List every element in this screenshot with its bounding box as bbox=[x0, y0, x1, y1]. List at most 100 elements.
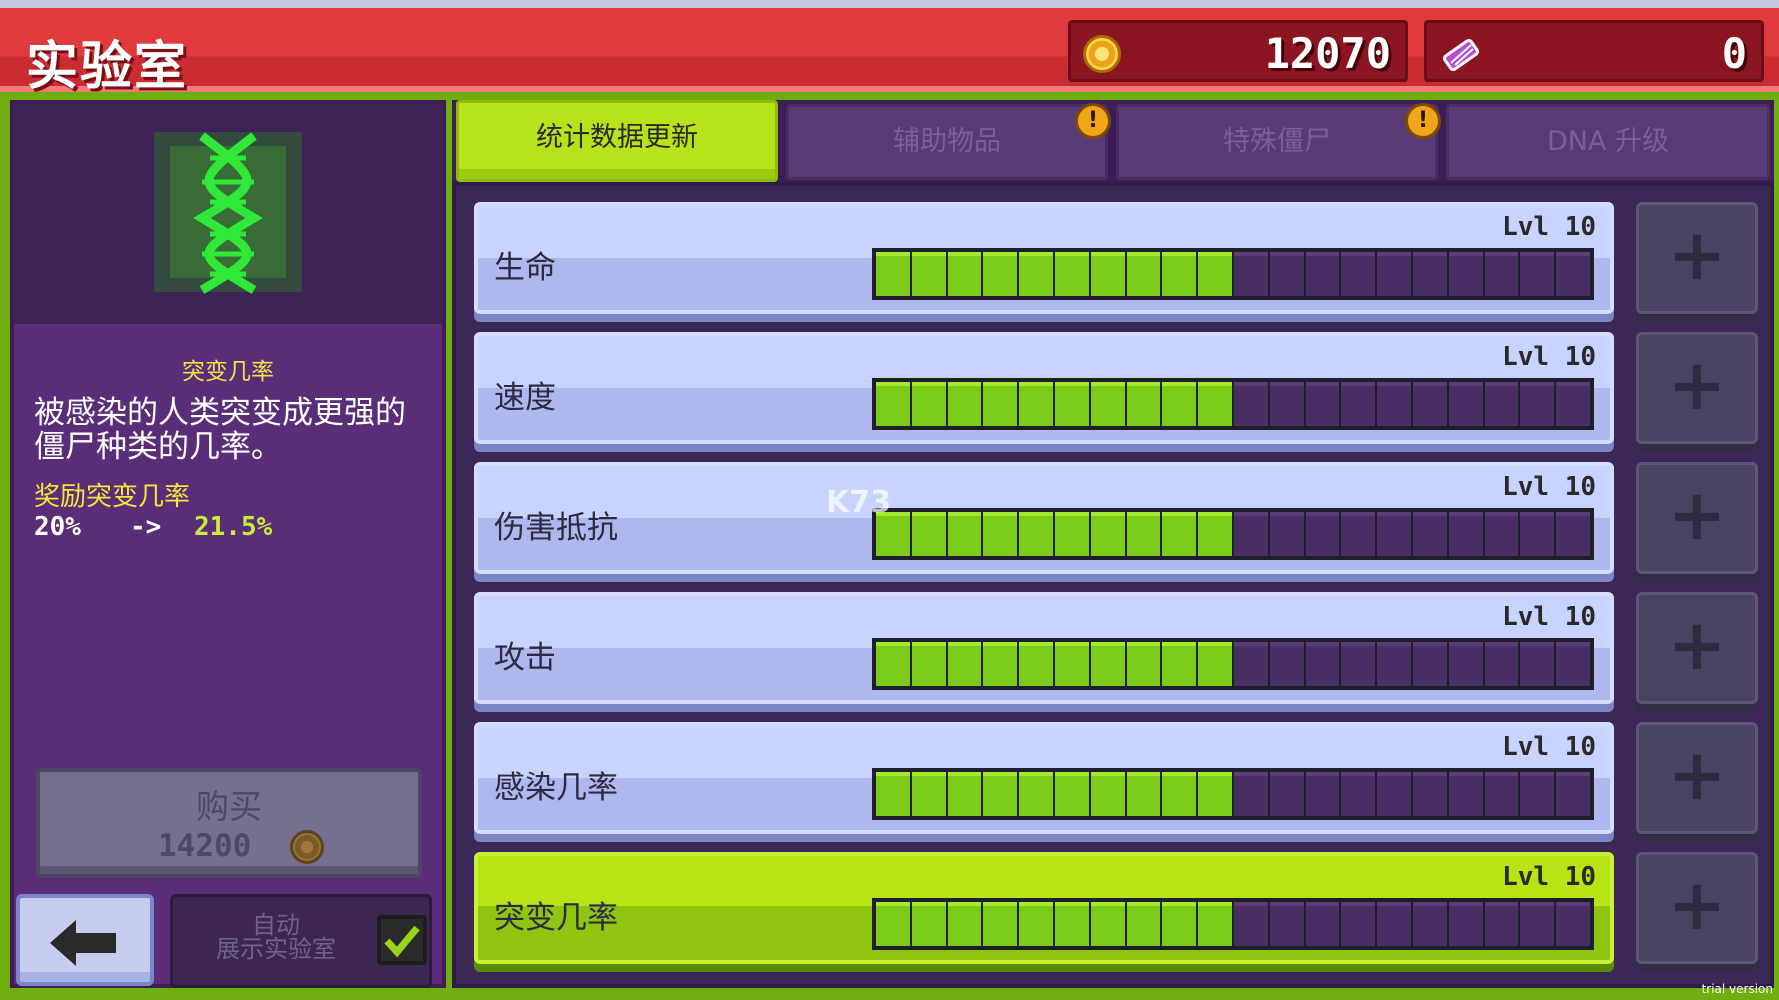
progress-segment bbox=[911, 512, 946, 556]
progress-segment bbox=[876, 252, 910, 296]
stat-row[interactable]: 感染几率 Lvl 10 bbox=[474, 722, 1614, 834]
progress-segment bbox=[1448, 642, 1483, 686]
arrow-left-icon bbox=[50, 920, 116, 966]
auto-label-line1: 自动 bbox=[252, 911, 300, 939]
progress-segment bbox=[1377, 382, 1411, 426]
progress-segment bbox=[1305, 772, 1340, 816]
stat-progress-bar bbox=[872, 248, 1594, 300]
progress-segment bbox=[1377, 902, 1411, 946]
progress-segment bbox=[1448, 382, 1483, 426]
progress-segment bbox=[1162, 642, 1197, 686]
progress-segment bbox=[983, 252, 1018, 296]
coin-icon bbox=[1083, 35, 1121, 73]
progress-segment bbox=[1377, 512, 1411, 556]
progress-segment bbox=[911, 252, 946, 296]
progress-segment bbox=[911, 382, 946, 426]
auto-show-lab-toggle[interactable]: 自动 展示实验室 bbox=[170, 894, 432, 988]
stat-name: 速度 bbox=[494, 380, 556, 416]
progress-segment bbox=[1198, 382, 1232, 426]
stat-row[interactable]: 突变几率 Lvl 10 bbox=[474, 852, 1614, 964]
progress-segment bbox=[1341, 382, 1376, 426]
tab-stats-update[interactable]: 统计数据更新 bbox=[456, 100, 778, 182]
stat-name: 生命 bbox=[494, 250, 556, 286]
upgrade-plus-button[interactable]: + bbox=[1636, 332, 1758, 444]
top-strip bbox=[0, 0, 1779, 8]
page-title: 实验室 bbox=[26, 37, 189, 97]
progress-segment bbox=[1484, 252, 1519, 296]
tab-support-items[interactable]: 辅助物品 ! bbox=[786, 103, 1111, 180]
progress-segment bbox=[1448, 512, 1483, 556]
progress-segment bbox=[1090, 642, 1125, 686]
auto-label-line2: 展示实验室 bbox=[216, 935, 336, 963]
progress-segment bbox=[876, 772, 910, 816]
stat-row[interactable]: 速度 Lvl 10 bbox=[474, 332, 1614, 444]
progress-segment bbox=[983, 772, 1018, 816]
progress-segment bbox=[1484, 902, 1519, 946]
progress-segment bbox=[1054, 902, 1089, 946]
progress-segment bbox=[1233, 382, 1268, 426]
progress-segment bbox=[1484, 772, 1519, 816]
progress-segment bbox=[1126, 252, 1161, 296]
progress-segment bbox=[1198, 252, 1232, 296]
progress-segment bbox=[1090, 772, 1125, 816]
progress-segment bbox=[947, 642, 982, 686]
progress-segment bbox=[947, 512, 982, 556]
upgrade-plus-button[interactable]: + bbox=[1636, 592, 1758, 704]
progress-segment bbox=[911, 642, 946, 686]
progress-segment bbox=[1377, 642, 1411, 686]
tab-special-zombies[interactable]: 特殊僵尸 ! bbox=[1116, 103, 1441, 180]
tab-dna-upgrade[interactable]: DNA 升级 bbox=[1446, 104, 1770, 180]
progress-segment bbox=[1377, 252, 1411, 296]
checkmark-icon bbox=[384, 925, 420, 958]
stat-progress-bar bbox=[872, 768, 1594, 820]
stat-level: Lvl 10 bbox=[1502, 862, 1596, 892]
upgrade-plus-button[interactable]: + bbox=[1636, 462, 1758, 574]
progress-segment bbox=[1126, 902, 1161, 946]
progress-segment bbox=[1341, 902, 1376, 946]
progress-segment bbox=[1341, 772, 1376, 816]
progress-segment bbox=[1520, 512, 1555, 556]
bonus-arrow: -> bbox=[130, 512, 162, 542]
upgrade-plus-button[interactable]: + bbox=[1636, 202, 1758, 314]
progress-segment bbox=[1520, 902, 1555, 946]
stat-level: Lvl 10 bbox=[1502, 212, 1596, 242]
progress-segment bbox=[1556, 512, 1590, 556]
dna-helix-icon bbox=[154, 132, 302, 294]
progress-segment bbox=[1305, 642, 1340, 686]
tab-bar: 统计数据更新 辅助物品 ! 特殊僵尸 ! DNA 升级 bbox=[452, 100, 1774, 182]
stat-row[interactable]: 生命 Lvl 10 bbox=[474, 202, 1614, 314]
progress-segment bbox=[1484, 382, 1519, 426]
stat-row[interactable]: 攻击 Lvl 10 bbox=[474, 592, 1614, 704]
progress-segment bbox=[1556, 902, 1590, 946]
alert-icon: ! bbox=[1075, 103, 1111, 139]
progress-segment bbox=[1556, 252, 1590, 296]
progress-segment bbox=[1198, 642, 1232, 686]
dna-counter: 0 bbox=[1424, 20, 1764, 82]
stat-progress-bar bbox=[872, 378, 1594, 430]
progress-segment bbox=[1054, 252, 1089, 296]
progress-segment bbox=[1305, 512, 1340, 556]
progress-segment bbox=[1556, 642, 1590, 686]
buy-button[interactable]: 购买 14200 bbox=[36, 768, 422, 878]
progress-segment bbox=[1556, 772, 1590, 816]
progress-segment bbox=[1233, 642, 1268, 686]
back-button[interactable] bbox=[16, 894, 154, 986]
stat-row[interactable]: 伤害抵抗 Lvl 10 bbox=[474, 462, 1614, 574]
bonus-from: 20% bbox=[34, 512, 81, 542]
progress-segment bbox=[1233, 512, 1268, 556]
auto-checkbox[interactable] bbox=[377, 915, 427, 965]
progress-segment bbox=[876, 382, 910, 426]
stat-name: 感染几率 bbox=[494, 770, 618, 806]
tab-label: 辅助物品 bbox=[893, 126, 1001, 157]
upgrade-plus-button[interactable]: + bbox=[1636, 852, 1758, 964]
progress-segment bbox=[1269, 642, 1304, 686]
progress-segment bbox=[1448, 252, 1483, 296]
progress-segment bbox=[1090, 252, 1125, 296]
progress-segment bbox=[1377, 772, 1411, 816]
info-panel: 突变几率 被感染的人类突变成更强的僵尸种类的几率。 奖励突变几率 20% -> … bbox=[10, 100, 446, 988]
progress-segment bbox=[1090, 382, 1125, 426]
progress-segment bbox=[1484, 642, 1519, 686]
progress-segment bbox=[1448, 772, 1483, 816]
stat-art-area bbox=[14, 104, 442, 324]
upgrade-plus-button[interactable]: + bbox=[1636, 722, 1758, 834]
